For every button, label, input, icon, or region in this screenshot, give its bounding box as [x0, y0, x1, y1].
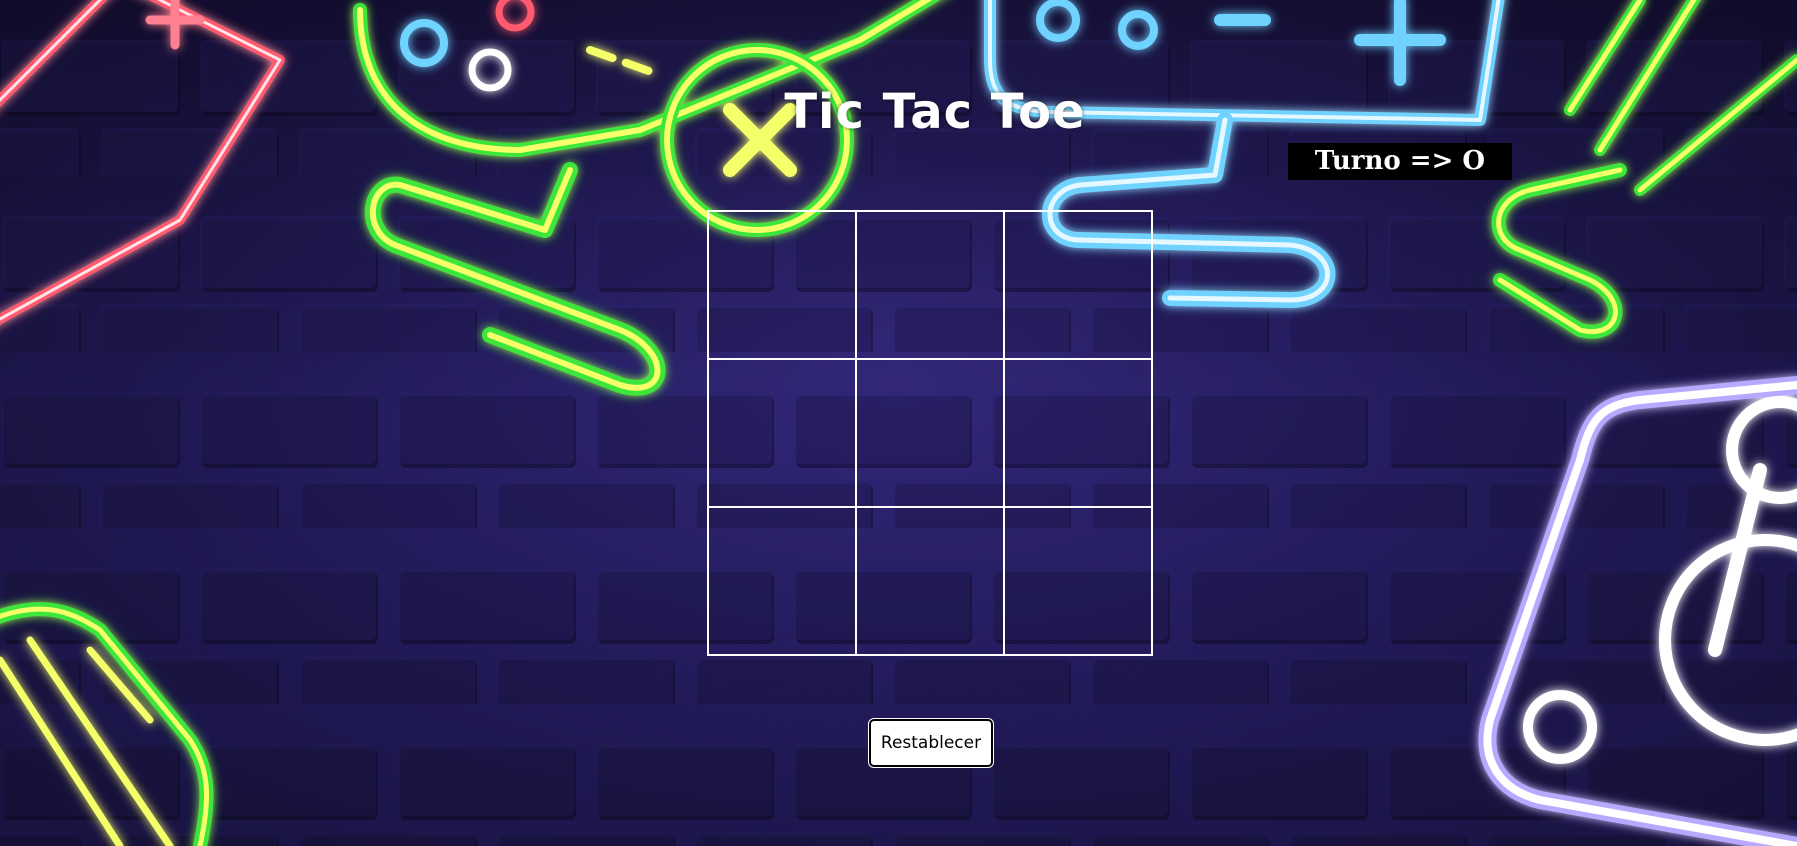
cartridge-bottom-neon-icon — [0, 602, 214, 846]
joystick-neon-icon — [1491, 0, 1797, 339]
board-cell-2[interactable] — [856, 211, 1004, 359]
board-cell-7[interactable] — [708, 507, 856, 655]
page-title: Tic Tac Toe — [784, 84, 1086, 140]
turn-indicator: Turno => O — [1288, 143, 1512, 180]
board-cell-8[interactable] — [856, 507, 1004, 655]
joystick-white-neon-icon — [1478, 376, 1797, 846]
handheld-console-neon-icon — [0, 0, 285, 325]
board-cell-1[interactable] — [708, 211, 856, 359]
board-cell-5[interactable] — [856, 359, 1004, 507]
board-cell-3[interactable] — [1004, 211, 1152, 359]
board-cell-6[interactable] — [1004, 359, 1152, 507]
board-cell-9[interactable] — [1004, 507, 1152, 655]
game-board — [707, 210, 1153, 656]
reset-button[interactable]: Restablecer — [869, 719, 993, 767]
board-cell-4[interactable] — [708, 359, 856, 507]
